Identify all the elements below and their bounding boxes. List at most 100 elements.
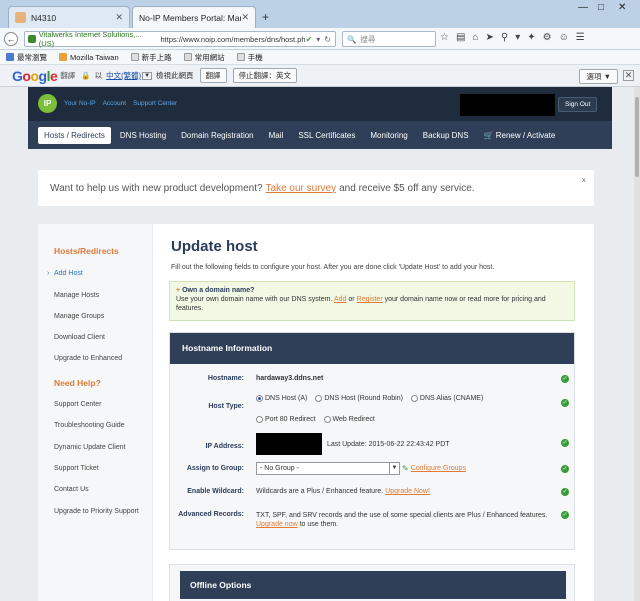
- bookmark-item[interactable]: Mozilla Taiwan: [59, 53, 119, 62]
- close-window-button[interactable]: ✕: [618, 2, 626, 13]
- browser-tabbar: N4310 ✕ No-IP Members Portal: Mana... ✕ …: [0, 0, 640, 28]
- browser-tab-1[interactable]: N4310 ✕: [8, 6, 130, 28]
- close-tab-icon[interactable]: ✕: [241, 12, 249, 23]
- sidebar-item-download-client[interactable]: Download Client: [54, 334, 105, 341]
- sidebar-item-add-host[interactable]: Add Host: [47, 270, 83, 277]
- close-tab-icon[interactable]: ✕: [115, 12, 123, 23]
- scrollbar-thumb[interactable]: [635, 97, 639, 177]
- bookmark-item[interactable]: 新手上路: [130, 52, 172, 63]
- sidebar-item-manage-groups[interactable]: Manage Groups: [54, 313, 104, 320]
- bookmark-item[interactable]: 常用網站: [183, 52, 225, 63]
- nav-renew-activate[interactable]: 🛒 Renew / Activate: [478, 127, 562, 144]
- close-icon[interactable]: ✕: [623, 70, 634, 81]
- your-noip-link[interactable]: Your No-IP: [64, 100, 96, 107]
- sign-out-button[interactable]: Sign Out: [558, 97, 598, 112]
- new-tab-button[interactable]: +: [262, 10, 269, 24]
- sidebar-item-manage-hosts[interactable]: Manage Hosts: [54, 292, 99, 299]
- tab-title: N4310: [31, 12, 57, 23]
- reader-icon[interactable]: ▤: [456, 32, 465, 43]
- chat-icon[interactable]: ☺: [559, 32, 569, 43]
- home-icon[interactable]: ⌂: [472, 32, 478, 43]
- translate-button[interactable]: 翻譯: [199, 68, 227, 83]
- radio-port80-redirect[interactable]: Port 80 Redirect: [256, 416, 316, 423]
- sidebar-item-support-ticket[interactable]: Support Ticket: [54, 465, 99, 472]
- search-input[interactable]: 🔍 搜尋: [342, 31, 436, 47]
- menu-icon[interactable]: ☰: [576, 32, 585, 43]
- hosttype-options: DNS Host (A) DNS Host (Round Robin) DNS …: [256, 395, 489, 404]
- tab-title: No-IP Members Portal: Mana...: [139, 12, 241, 23]
- puzzle-icon[interactable]: ✦: [527, 32, 535, 43]
- header-links: Your No-IP Account Support Center: [64, 100, 177, 107]
- folder-icon: [59, 53, 67, 61]
- upgrade-now-link-2[interactable]: Upgrade now: [256, 521, 298, 528]
- sidebar-item-troubleshooting[interactable]: Troubleshooting Guide: [54, 422, 125, 429]
- chevron-down-icon[interactable]: ▾: [515, 32, 520, 43]
- search-icon: 🔍: [347, 34, 357, 44]
- reload-icon[interactable]: ↻: [324, 35, 331, 44]
- pin-icon[interactable]: ⚲: [501, 32, 508, 43]
- url-actions: ✔ ▾ ↻: [306, 35, 335, 44]
- star-icon[interactable]: ☆: [440, 32, 449, 43]
- domain-notice: + Own a domain name? Use your own domain …: [169, 281, 575, 321]
- hostname-info-title: Hostname Information: [170, 333, 574, 364]
- nav-hosts-redirects[interactable]: Hosts / Redirects: [38, 126, 111, 144]
- url-text: https://www.noip.com/members/dns/host.ph: [160, 34, 306, 44]
- minimize-button[interactable]: —: [578, 2, 588, 13]
- nav-monitoring[interactable]: Monitoring: [364, 127, 413, 144]
- sidebar-item-contact-us[interactable]: Contact Us: [54, 486, 89, 493]
- radio-dns-alias[interactable]: DNS Alias (CNAME): [410, 395, 483, 402]
- chevron-down-icon[interactable]: ▼: [142, 71, 153, 80]
- sidebar-heading-help: Need Help?: [54, 378, 101, 388]
- browser-tab-2[interactable]: No-IP Members Portal: Mana... ✕: [132, 6, 256, 28]
- support-center-link[interactable]: Support Center: [133, 100, 177, 107]
- account-link[interactable]: Account: [103, 100, 127, 107]
- nav-domain-registration[interactable]: Domain Registration: [175, 127, 259, 144]
- sidebar-heading-hosts: Hosts/Redirects: [54, 246, 119, 256]
- sidebar-item-priority-support[interactable]: Upgrade to Priority Support: [54, 508, 139, 515]
- bookmark-item[interactable]: 最常瀏覽: [6, 52, 47, 63]
- intro-text: Fill out the following fields to configu…: [171, 264, 495, 271]
- radio-dns-host-a[interactable]: DNS Host (A): [256, 395, 307, 402]
- nav-mail[interactable]: Mail: [263, 127, 290, 144]
- close-icon[interactable]: ×: [581, 176, 586, 185]
- ip-address-input[interactable]: [256, 433, 322, 455]
- hostname-value: hardaway3.ddns.net: [256, 375, 324, 382]
- address-bar[interactable]: Vitalwerks Internet Solutions,... (US) h…: [24, 30, 336, 48]
- nav-backup-dns[interactable]: Backup DNS: [417, 127, 475, 144]
- sidebar-item-support-center[interactable]: Support Center: [54, 401, 101, 408]
- radio-dns-round-robin[interactable]: DNS Host (Round Robin): [315, 395, 403, 402]
- offline-options-title[interactable]: Offline Options: [180, 571, 566, 599]
- nav-ssl-certificates[interactable]: SSL Certificates: [292, 127, 361, 144]
- site-identity-label: Vitalwerks Internet Solutions,... (US): [38, 30, 142, 48]
- check-icon: ✓: [561, 511, 569, 519]
- options-button[interactable]: 選項 ▼: [579, 69, 618, 84]
- bookmark-item[interactable]: 手機: [236, 52, 263, 63]
- nav-dns-hosting[interactable]: DNS Hosting: [114, 127, 172, 144]
- translate-to-label: 以: [94, 71, 103, 80]
- upgrade-now-link[interactable]: Upgrade Now!: [385, 488, 430, 495]
- back-arrow-icon[interactable]: ←: [4, 32, 18, 46]
- maximize-button[interactable]: □: [598, 2, 604, 13]
- sidebar-item-upgrade-enhanced[interactable]: Upgrade to Enhanced: [54, 355, 122, 362]
- add-link[interactable]: Add: [334, 296, 346, 303]
- sidebar-item-dynamic-update[interactable]: Dynamic Update Client: [54, 444, 126, 451]
- gear-icon[interactable]: ⚙: [543, 32, 552, 43]
- hostname-info-panel: Hostname Information Hostname: hardaway3…: [169, 332, 575, 550]
- page-scrollbar[interactable]: [634, 87, 640, 601]
- group-select[interactable]: - No Group - ▼: [256, 462, 400, 475]
- register-link[interactable]: Register: [357, 296, 383, 303]
- language-select[interactable]: 中文(繁體): [106, 70, 141, 81]
- check-icon: ✓: [561, 488, 569, 496]
- check-icon[interactable]: ✔: [306, 35, 313, 44]
- check-icon: ✓: [561, 399, 569, 407]
- site-identity[interactable]: Vitalwerks Internet Solutions,... (US): [28, 30, 155, 48]
- noip-logo[interactable]: IP: [38, 94, 57, 113]
- dropdown-icon[interactable]: ▾: [316, 35, 320, 44]
- radio-web-redirect[interactable]: Web Redirect: [323, 416, 375, 423]
- send-icon[interactable]: ➤: [485, 32, 493, 43]
- notice-title: Own a domain name?: [182, 287, 255, 294]
- page-icon: [236, 53, 245, 61]
- stop-translate-button[interactable]: 停止翻譯：英文: [232, 68, 298, 83]
- configure-groups-link[interactable]: Configure Groups: [411, 465, 466, 472]
- survey-link[interactable]: Take our survey: [266, 183, 337, 194]
